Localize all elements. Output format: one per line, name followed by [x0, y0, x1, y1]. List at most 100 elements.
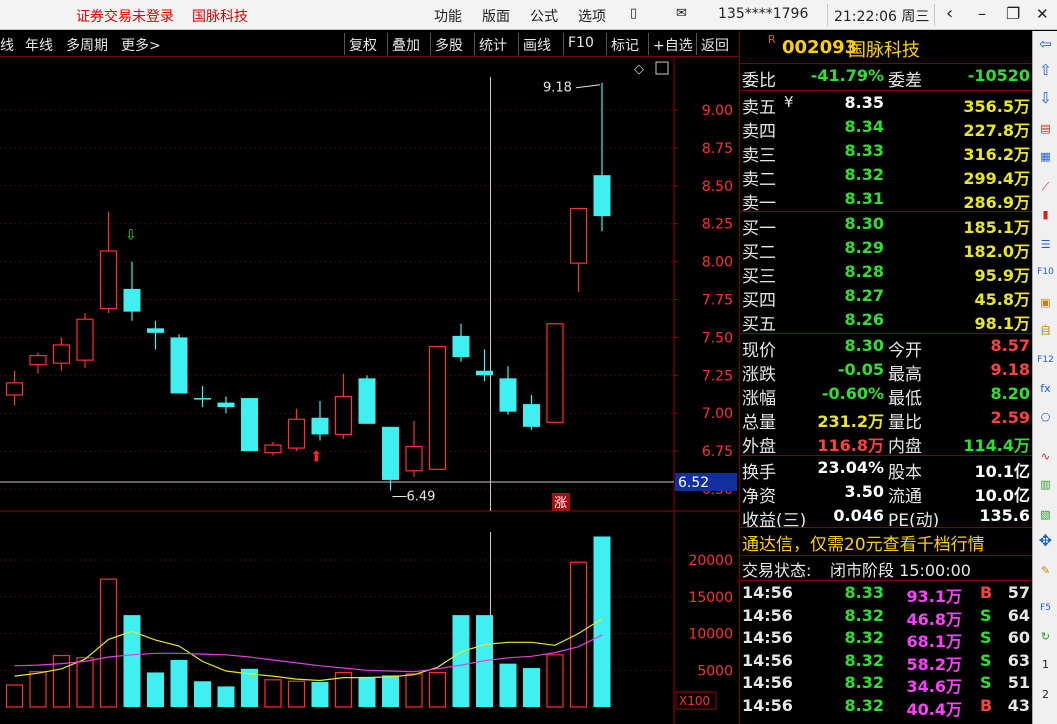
- button-multi-stock[interactable]: 多股: [430, 33, 467, 55]
- menu-layout[interactable]: 版面: [482, 6, 510, 26]
- button-return[interactable]: 返回: [696, 33, 733, 55]
- candle[interactable]: [241, 398, 258, 452]
- ask-row[interactable]: 卖二 8.32 299.4万: [740, 165, 1032, 190]
- page-number-2[interactable]: 2: [1036, 685, 1055, 704]
- refresh-icon[interactable]: ↻: [1036, 627, 1055, 646]
- report-icon[interactable]: ▤: [1036, 119, 1055, 138]
- candle[interactable]: [382, 426, 399, 491]
- volume-bar[interactable]: [593, 536, 611, 707]
- message-icon[interactable]: ✉: [676, 6, 687, 21]
- candle[interactable]: [428, 345, 447, 470]
- volume-bar[interactable]: [264, 679, 282, 708]
- volume-bar[interactable]: [405, 673, 423, 708]
- ask-row[interactable]: 卖四 8.34 227.8万: [740, 117, 1032, 142]
- candle[interactable]: [499, 366, 517, 415]
- candle[interactable]: [147, 320, 164, 350]
- bid-row[interactable]: 买五 8.26 98.1万: [740, 310, 1032, 335]
- ask-row[interactable]: 卖三 8.33 316.2万: [740, 141, 1032, 166]
- button-stats[interactable]: 统计: [474, 33, 511, 55]
- candle[interactable]: [123, 261, 141, 321]
- tick-row[interactable]: 14:56 8.32 40.4万 B 43: [740, 696, 1032, 719]
- volume-bar[interactable]: [194, 681, 211, 707]
- candle[interactable]: [52, 337, 71, 371]
- formula-icon[interactable]: fx: [1036, 379, 1055, 398]
- button-add-watchlist[interactable]: +自选: [648, 33, 697, 55]
- volume-bar[interactable]: [452, 615, 470, 707]
- candle[interactable]: [264, 442, 282, 456]
- volume-bar[interactable]: [76, 657, 94, 708]
- candle[interactable]: [358, 375, 376, 424]
- expand-icon[interactable]: [655, 61, 669, 75]
- volume-bar[interactable]: [428, 671, 447, 708]
- ask-row[interactable]: 卖一 8.31 286.9万: [740, 189, 1032, 214]
- candle[interactable]: [5, 370, 24, 406]
- volume-bar[interactable]: [287, 680, 306, 708]
- volume-bar[interactable]: [499, 663, 517, 707]
- candle[interactable]: [311, 401, 329, 441]
- volume-bar[interactable]: [382, 675, 399, 707]
- candle[interactable]: [452, 323, 470, 362]
- candle[interactable]: [569, 207, 588, 292]
- tab-multi-period[interactable]: 多周期: [66, 35, 108, 55]
- tick-row[interactable]: 14:56 8.32 46.8万 S 64: [740, 606, 1032, 629]
- ask-row[interactable]: 卖五 ¥8.35 356.5万: [740, 93, 1032, 118]
- trend-icon[interactable]: ⟋: [1036, 177, 1055, 196]
- candle[interactable]: [523, 395, 540, 430]
- f10-icon[interactable]: F10: [1036, 263, 1055, 282]
- candle[interactable]: [170, 334, 188, 394]
- volume-bar[interactable]: [358, 676, 376, 707]
- volume-bar[interactable]: [5, 684, 24, 708]
- minimize-icon[interactable]: –: [978, 4, 986, 23]
- tab-year-line[interactable]: 年线: [25, 35, 53, 55]
- login-status[interactable]: 证券交易未登录: [76, 6, 174, 26]
- tick-row[interactable]: 14:56 8.33 93.1万 B 57: [740, 583, 1032, 606]
- candle[interactable]: [334, 373, 353, 439]
- page-number-1[interactable]: 1: [1036, 655, 1055, 674]
- chart-icon[interactable]: ▥: [1036, 475, 1055, 494]
- button-adjust[interactable]: 复权: [344, 33, 381, 55]
- search-icon[interactable]: ○: [1036, 407, 1055, 426]
- clipboard-icon[interactable]: ▯: [630, 6, 637, 21]
- volume-bar[interactable]: [147, 672, 164, 707]
- menu-options[interactable]: 选项: [578, 6, 606, 26]
- restore-icon[interactable]: ❐: [1006, 4, 1020, 23]
- candle[interactable]: [593, 82, 611, 232]
- volume-bar[interactable]: [546, 654, 564, 708]
- arrow-down-icon[interactable]: ⇩: [1036, 89, 1055, 108]
- account-number[interactable]: 135****1796: [718, 6, 808, 22]
- button-f10[interactable]: F10: [563, 33, 598, 55]
- button-draw[interactable]: 画线: [518, 33, 555, 55]
- menu-function[interactable]: 功能: [434, 6, 462, 26]
- candle[interactable]: [217, 396, 235, 414]
- kline-icon[interactable]: ▮: [1036, 205, 1055, 224]
- candle[interactable]: [99, 211, 118, 314]
- back-icon[interactable]: ‹: [946, 3, 953, 24]
- table-icon[interactable]: ▦: [1036, 147, 1055, 166]
- volume-bar[interactable]: [29, 671, 47, 708]
- volume-bar[interactable]: [99, 578, 118, 708]
- candle[interactable]: [194, 385, 211, 408]
- tab-line[interactable]: 线: [0, 35, 14, 55]
- diamond-icon[interactable]: ◇: [634, 62, 644, 77]
- ad-text[interactable]: 通达信，仅需20元查看千档行情: [742, 530, 985, 555]
- tick-row[interactable]: 14:56 8.32 34.6万 S 51: [740, 673, 1032, 696]
- candle[interactable]: [546, 323, 564, 423]
- bid-row[interactable]: 买二 8.29 182.0万: [740, 238, 1032, 263]
- button-mark[interactable]: 标记: [606, 33, 643, 55]
- f5-icon[interactable]: F5: [1036, 599, 1055, 618]
- grid-icon[interactable]: ▧: [1036, 505, 1055, 524]
- f12-icon[interactable]: F12: [1036, 351, 1055, 370]
- bid-row[interactable]: 买四 8.27 45.8万: [740, 286, 1032, 311]
- volume-bar[interactable]: [569, 561, 588, 708]
- wave-icon[interactable]: ∿: [1036, 447, 1055, 466]
- pencil-icon[interactable]: ✎: [1036, 561, 1055, 580]
- self-select-icon[interactable]: 自: [1036, 321, 1055, 340]
- menu-formula[interactable]: 公式: [530, 6, 558, 26]
- ad-banner[interactable]: 通达信，仅需20元查看千档行情: [740, 530, 1032, 556]
- tab-more[interactable]: 更多>: [121, 35, 161, 55]
- volume-bar[interactable]: [311, 682, 329, 707]
- bid-row[interactable]: 买三 8.28 95.9万: [740, 262, 1032, 287]
- volume-bar[interactable]: [217, 686, 235, 707]
- info-icon[interactable]: ▣: [1036, 293, 1055, 312]
- arrow-up-icon[interactable]: ⇧: [1036, 61, 1055, 80]
